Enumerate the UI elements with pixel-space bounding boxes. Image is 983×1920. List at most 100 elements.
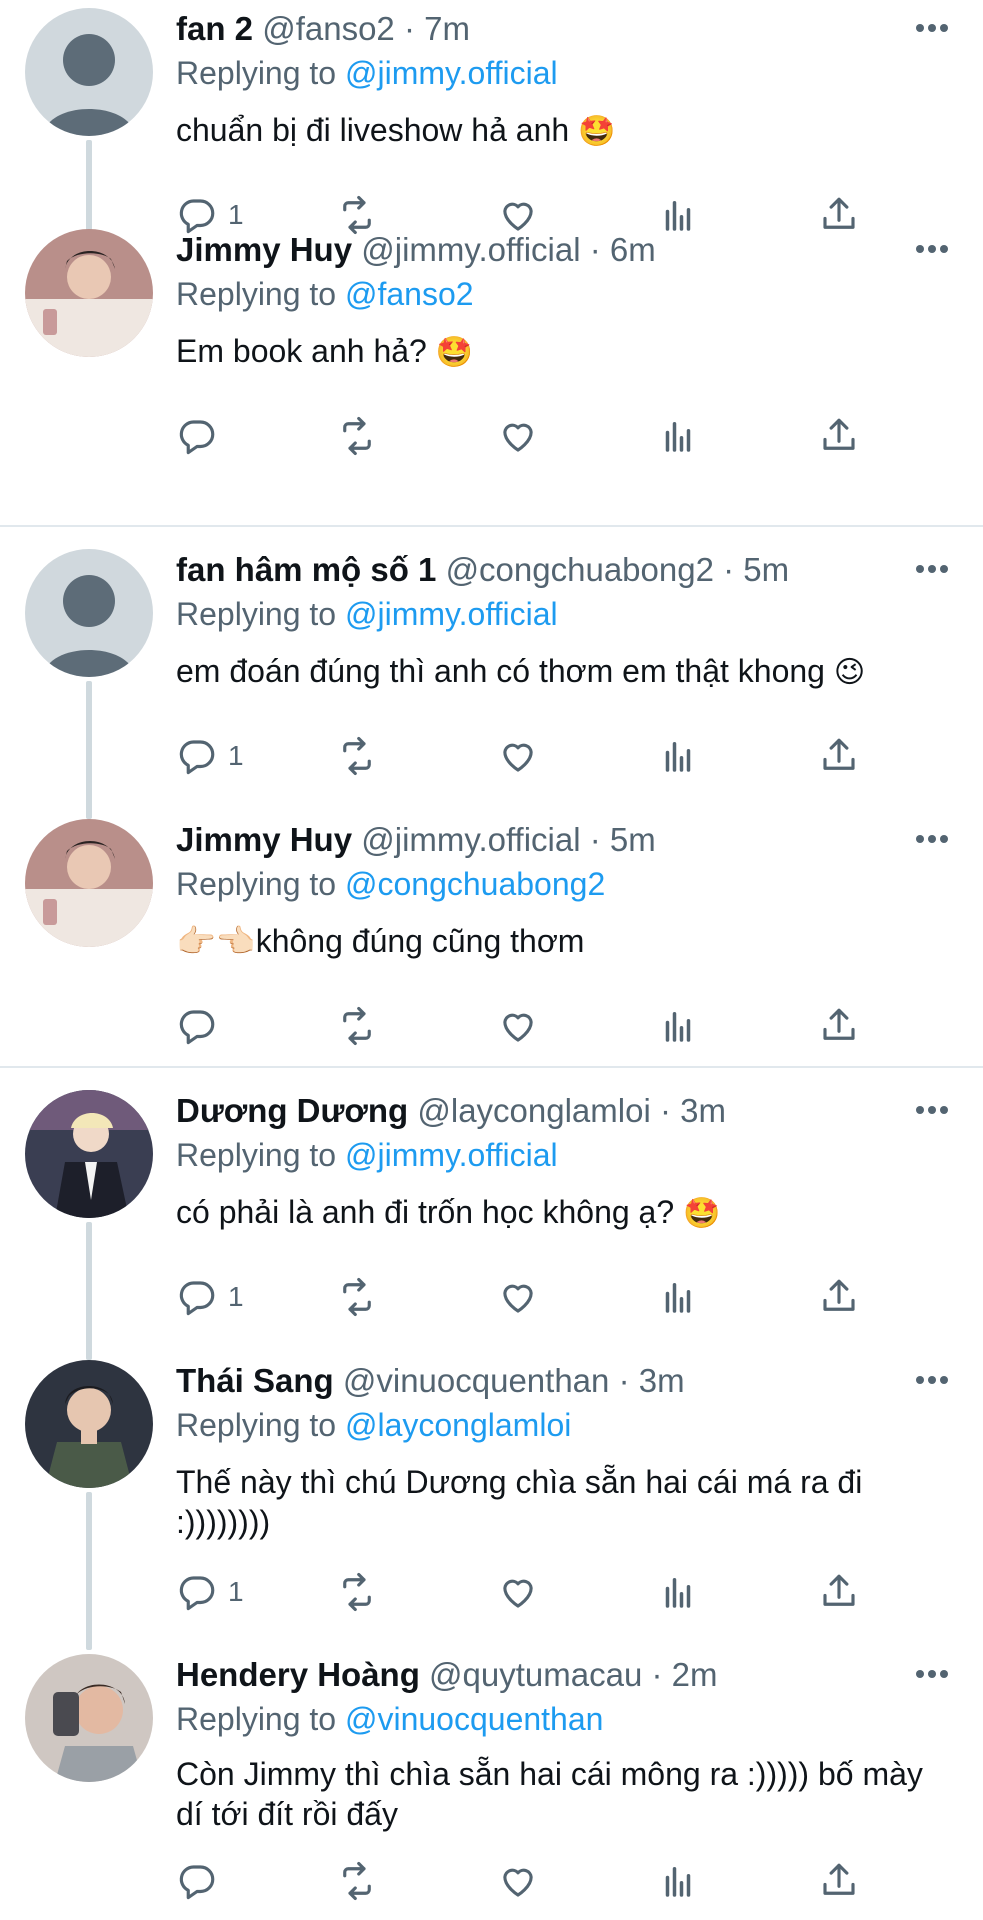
tweet[interactable]: fan hâm mộ số 1 @congchuabong2 · 5m Repl… [0,541,983,819]
author-handle[interactable]: @layconglamloi [417,1092,650,1129]
share-button[interactable] [818,731,860,781]
author-handle[interactable]: @quytumacau [429,1656,642,1693]
more-options-icon[interactable] [909,551,955,587]
like-icon [503,743,533,772]
share-button[interactable] [818,411,860,461]
reply-button[interactable]: 1 [176,731,244,781]
like-button[interactable] [497,731,539,781]
retweet-button[interactable] [336,1001,378,1051]
replying-to-label: Replying to [176,55,337,91]
tweet-header: Jimmy Huy @jimmy.official · 6m [176,227,873,273]
replying-to-mention[interactable]: @vinuocquenthan [345,1701,603,1737]
avatar[interactable] [25,1090,153,1218]
share-button[interactable] [818,1001,860,1051]
retweet-button[interactable] [336,731,378,781]
replying-to-mention[interactable]: @layconglamloi [345,1407,571,1443]
author-name[interactable]: fan 2 [176,10,253,47]
reply-button[interactable]: 1 [176,1567,244,1617]
tweet-actions: 1 [0,731,983,781]
share-icon [823,1863,855,1895]
stats-button[interactable] [657,731,699,781]
share-button[interactable] [818,1272,860,1322]
avatar[interactable] [25,8,153,136]
tweet-body: em đoán đúng thì anh có thơm em thật kho… [176,653,825,689]
replying-to-mention[interactable]: @congchuabong2 [345,866,605,902]
replying-to-mention[interactable]: @fanso2 [345,276,474,312]
stats-icon [665,1578,691,1608]
stats-button[interactable] [657,1856,699,1906]
share-button[interactable] [818,1856,860,1906]
author-name[interactable]: Dương Dương [176,1092,408,1129]
tweet[interactable]: Dương Dương @layconglamloi · 3m Replying… [0,1082,983,1360]
tweet-time[interactable]: 3m [680,1092,726,1129]
tweet-time[interactable]: 7m [424,10,470,47]
user-photo-icon [25,1654,153,1782]
tweet-time[interactable]: 3m [639,1362,685,1399]
tweet-time[interactable]: 5m [610,821,656,858]
tweet-text: Thế này thì chú Dương chìa sẵn hai cái m… [176,1462,896,1544]
author-name[interactable]: fan hâm mộ số 1 [176,551,436,588]
author-name[interactable]: Jimmy Huy [176,231,352,268]
author-handle[interactable]: @congchuabong2 [446,551,714,588]
author-handle[interactable]: @fanso2 [262,10,395,47]
replying-to-mention[interactable]: @jimmy.official [345,55,558,91]
tweet-header: fan 2 @fanso2 · 7m [176,6,873,52]
stats-button[interactable] [657,1567,699,1617]
tweet-body: Thế này thì chú Dương chìa sẵn hai cái m… [176,1464,863,1540]
tweet-time[interactable]: 6m [610,231,656,268]
stats-button[interactable] [657,1272,699,1322]
user-photo-icon [25,1360,153,1488]
retweet-button[interactable] [336,1567,378,1617]
like-button[interactable] [497,1001,539,1051]
stats-button[interactable] [657,411,699,461]
more-options-icon[interactable] [909,231,955,267]
replying-to: Replying to @jimmy.official [176,50,558,96]
avatar[interactable] [25,549,153,677]
stats-button[interactable] [657,1001,699,1051]
replying-to-mention[interactable]: @jimmy.official [345,1137,558,1173]
share-icon [823,1574,855,1606]
reply-button[interactable]: 1 [176,1272,244,1322]
avatar[interactable] [25,229,153,357]
like-icon [503,423,533,452]
like-button[interactable] [497,411,539,461]
avatar[interactable] [25,819,153,947]
tweet-time[interactable]: 5m [743,551,789,588]
user-photo-icon [25,819,153,947]
share-button[interactable] [818,1567,860,1617]
like-button[interactable] [497,1856,539,1906]
author-handle[interactable]: @jimmy.official [361,231,580,268]
more-options-icon[interactable] [909,10,955,46]
reply-button[interactable] [176,411,228,461]
author-name[interactable]: Hendery Hoàng [176,1656,420,1693]
tweet[interactable]: Jimmy Huy @jimmy.official · 6m Replying … [0,221,983,491]
replying-to: Replying to @congchuabong2 [176,861,605,907]
replying-to-label: Replying to [176,1701,337,1737]
retweet-button[interactable] [336,1272,378,1322]
replying-to-mention[interactable]: @jimmy.official [345,596,558,632]
author-handle[interactable]: @vinuocquenthan [343,1362,610,1399]
retweet-button[interactable] [336,411,378,461]
avatar[interactable] [25,1654,153,1782]
author-name[interactable]: Thái Sang [176,1362,334,1399]
reply-button[interactable] [176,1001,228,1051]
retweet-button[interactable] [336,1856,378,1906]
like-icon [503,1579,533,1608]
tweet[interactable]: Hendery Hoàng @quytumacau · 2m Replying … [0,1646,983,1920]
like-button[interactable] [497,1272,539,1322]
like-button[interactable] [497,1567,539,1617]
avatar[interactable] [25,1360,153,1488]
more-options-icon[interactable] [909,1656,955,1692]
reply-button[interactable] [176,1856,228,1906]
more-options-icon[interactable] [909,821,955,857]
tweet-time[interactable]: 2m [672,1656,718,1693]
tweet[interactable]: Jimmy Huy @jimmy.official · 5m Replying … [0,811,983,1081]
retweet-icon [343,1006,371,1046]
author-handle[interactable]: @jimmy.official [361,821,580,858]
author-name[interactable]: Jimmy Huy [176,821,352,858]
reply-icon [179,740,215,775]
tweet[interactable]: Thái Sang @vinuocquenthan · 3m Replying … [0,1352,983,1650]
more-options-icon[interactable] [909,1362,955,1398]
share-icon [823,738,855,770]
more-options-icon[interactable] [909,1092,955,1128]
